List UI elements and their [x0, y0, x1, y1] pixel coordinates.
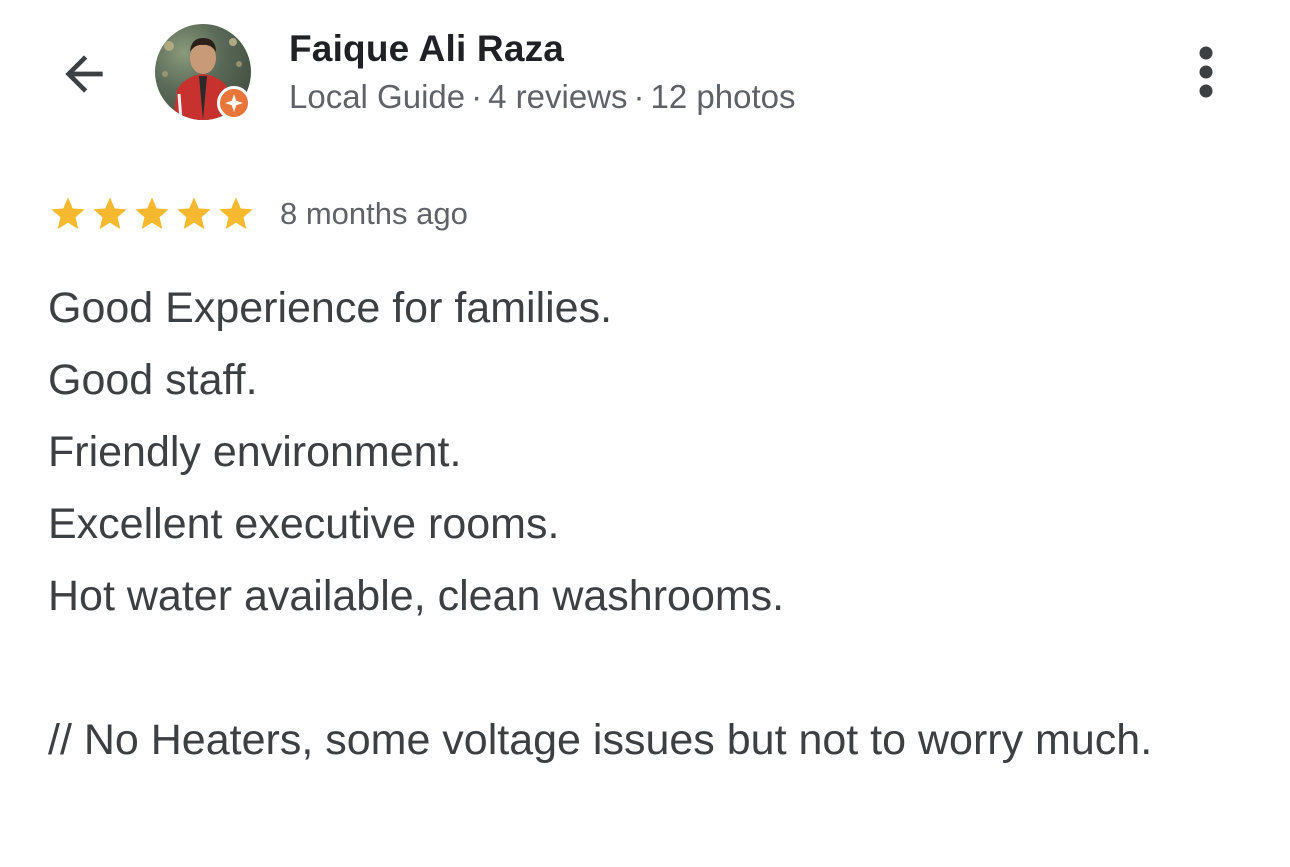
star-icon	[93, 197, 127, 229]
reviews-count: 4 reviews	[488, 78, 628, 115]
meta-separator: ·	[633, 78, 645, 115]
review-line: Hot water available, clean washrooms.	[48, 572, 785, 620]
star-icon	[177, 197, 211, 229]
meta-separator: ·	[471, 78, 483, 115]
review-line: Excellent executive rooms.	[48, 500, 560, 548]
reviewer-name[interactable]: Faique Ali Raza	[289, 28, 564, 70]
star-rating	[48, 194, 256, 234]
star-icon	[51, 197, 85, 229]
back-button[interactable]	[52, 44, 116, 104]
reviewer-meta: Local Guide · 4 reviews · 12 photos	[289, 78, 795, 116]
rating-row: 8 months ago	[48, 192, 468, 236]
avatar[interactable]	[155, 24, 251, 120]
photos-count: 12 photos	[650, 78, 796, 115]
more-vert-icon	[1199, 46, 1213, 98]
more-options-button[interactable]	[1180, 40, 1232, 104]
review-line: Good staff.	[48, 356, 258, 404]
review-line: Good Experience for families.	[48, 284, 613, 332]
review-time: 8 months ago	[280, 196, 468, 231]
review-line: Friendly environment.	[48, 428, 462, 476]
review-text: Good Experience for families. Good staff…	[48, 272, 1228, 776]
arrow-back-icon	[65, 55, 103, 93]
local-guide-badge	[217, 86, 251, 120]
review-header: Faique Ali Raza Local Guide · 4 reviews · 12…	[0, 0, 1290, 150]
local-guide-star-icon	[225, 94, 243, 112]
star-icon	[135, 197, 169, 229]
review-note: // No Heaters, some voltage issues but n…	[48, 716, 1153, 764]
star-icon	[219, 197, 253, 229]
review-spacer	[48, 632, 1228, 704]
reviewer-role: Local Guide	[289, 78, 466, 115]
